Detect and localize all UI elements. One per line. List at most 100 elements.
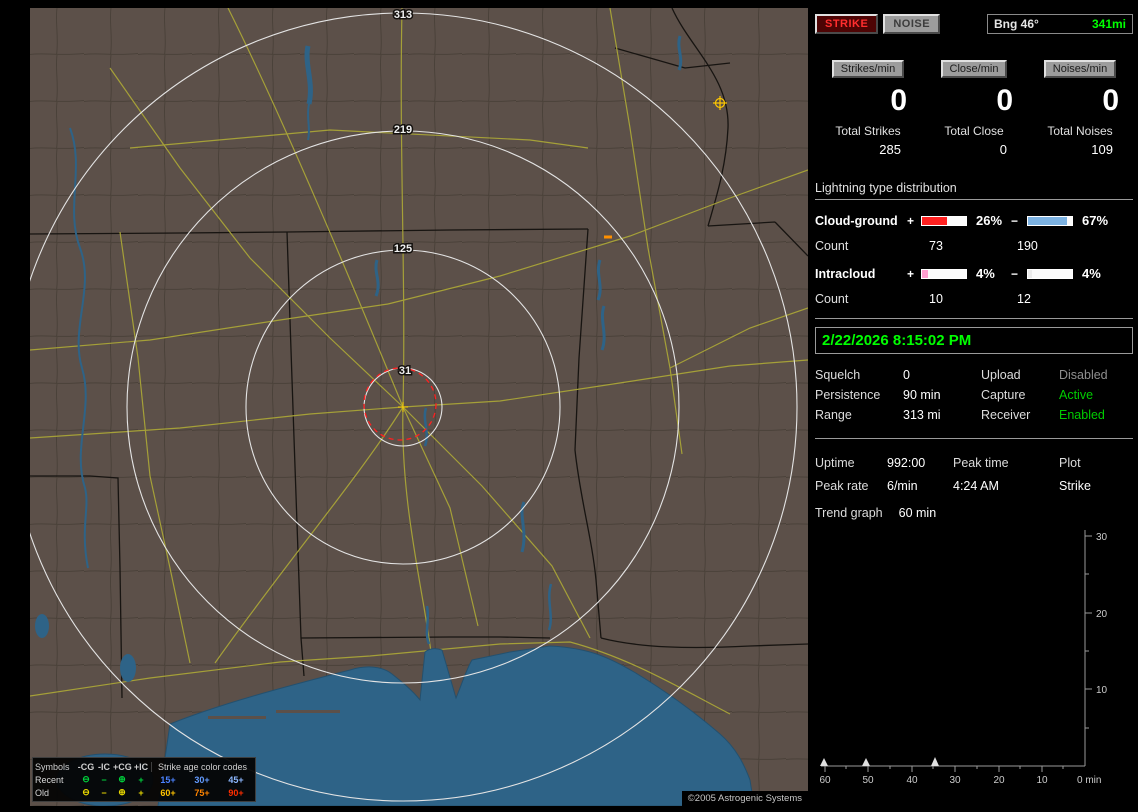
intracloud-label: Intracloud <box>815 266 876 281</box>
legend-col-header: -IC <box>98 761 110 772</box>
lake <box>35 614 49 638</box>
y-tick-label: 20 <box>1096 609 1108 620</box>
legend-age-header: Strike age color codes <box>151 761 253 772</box>
receiver-label: Receiver <box>981 408 1031 422</box>
settings-row: Squelch 0 Upload Disabled <box>815 365 1133 385</box>
cloud-ground-counts: Count 73 190 <box>815 239 1133 253</box>
cloud-ground-label: Cloud-ground <box>815 213 898 228</box>
x-tick-label: 50 <box>862 775 874 786</box>
ring-label: 219 <box>394 124 412 136</box>
ic-minus-count: 12 <box>1017 292 1031 306</box>
peak-rate-value: 6/min <box>887 478 918 493</box>
settings-row: Range 313 mi Receiver Enabled <box>815 405 1133 425</box>
trend-graph-row: Trend graph 60 min <box>815 506 1133 520</box>
noises-per-min-value: 0 <box>1102 84 1119 117</box>
capture-status: Active <box>1059 388 1094 402</box>
age-code: 75+ <box>194 787 210 798</box>
total-noises-value: 109 <box>1091 142 1113 157</box>
legend-symbols-header: Symbols <box>35 761 70 772</box>
status-section: Uptime 992:00 Peak time Plot Peak rate 6… <box>815 439 1133 521</box>
minus-sign: − <box>1011 266 1019 281</box>
app-window: 313 219 125 31 Symbols -CG -IC +CG +IC S… <box>0 0 1138 812</box>
minus-cg-icon: ⊖ <box>82 787 90 797</box>
plot-value: Strike <box>1059 478 1091 493</box>
total-strikes-label: Total Strikes <box>835 124 901 138</box>
noises-counter: Noises/min 0 Total Noises 109 <box>1027 60 1133 157</box>
legend-recent-label: Recent <box>35 774 64 785</box>
barrier-island <box>276 710 340 713</box>
trend-window-value: 60 min <box>898 506 937 520</box>
close-per-min-button[interactable]: Close/min <box>940 60 1008 78</box>
x-tick-label: 60 <box>819 775 831 786</box>
age-code: 30+ <box>194 774 210 785</box>
total-close-value: 0 <box>999 142 1007 157</box>
uptime-label: Uptime <box>815 455 855 470</box>
intracloud-counts: Count 10 12 <box>815 292 1133 306</box>
cg-plus-fill <box>922 216 948 225</box>
plus-cg-icon: ⊕ <box>118 787 126 797</box>
persistence-value: 90 min <box>903 388 941 402</box>
lake <box>120 654 136 682</box>
copyright-text: ©2005 Astrogenic Systems <box>681 791 808 806</box>
ring-label: 313 <box>394 9 412 21</box>
squelch-value: 0 <box>903 368 910 382</box>
minus-cg-icon: ⊖ <box>82 774 90 784</box>
cg-plus-count: 73 <box>929 239 943 253</box>
county-borders <box>30 8 808 806</box>
cloud-ground-row: Cloud-ground + 26% − 67% <box>815 213 1133 228</box>
legend-col-header: +IC <box>133 761 149 772</box>
trend-spikes <box>820 757 939 766</box>
ic-minus-fill <box>1028 269 1033 278</box>
x-tick-label: 30 <box>949 775 961 786</box>
distribution-title: Lightning type distribution <box>815 181 1133 200</box>
x-tick-label: 20 <box>993 775 1005 786</box>
strike-button[interactable]: STRIKE <box>815 14 879 34</box>
ic-plus-pct: 4% <box>976 266 995 281</box>
peak-time-value: 4:24 AM <box>953 478 999 493</box>
x-tick-label: 10 <box>1036 775 1048 786</box>
strikes-per-min-value: 0 <box>890 84 907 117</box>
trend-tick-labels: 30 20 10 60 50 40 30 20 10 0 min <box>819 532 1107 786</box>
clock-display: 2/22/2026 8:15:02 PM <box>815 327 1133 354</box>
count-label: Count <box>815 292 849 306</box>
minus-ic-icon: − <box>101 774 107 785</box>
trend-graph-label: Trend graph <box>815 506 883 520</box>
cg-minus-pct: 67% <box>1082 213 1109 228</box>
trend-axes <box>821 530 1092 772</box>
plus-sign: + <box>907 213 915 228</box>
bearing-label: Bng 46° <box>994 17 1039 31</box>
ic-minus-pct: 4% <box>1082 266 1101 281</box>
status-row: Peak rate 6/min 4:24 AM Strike <box>815 474 1133 497</box>
close-per-min-value: 0 <box>996 84 1013 117</box>
intracloud-row: Intracloud + 4% − 4% <box>815 266 1133 281</box>
noise-button[interactable]: NOISE <box>883 14 941 34</box>
strikes-per-min-button[interactable]: Strikes/min <box>831 60 905 78</box>
plot-label: Plot <box>1059 455 1081 470</box>
barrier-island <box>208 716 266 719</box>
plus-ic-icon: + <box>138 774 144 785</box>
peak-rate-label: Peak rate <box>815 478 869 493</box>
map-view[interactable]: 313 219 125 31 Symbols -CG -IC +CG +IC S… <box>30 8 808 806</box>
close-counter: Close/min 0 Total Close 0 <box>921 60 1027 157</box>
y-tick-label: 30 <box>1096 532 1108 543</box>
total-close-label: Total Close <box>944 124 1004 138</box>
ic-plus-fill <box>922 269 929 278</box>
rate-counters: Strikes/min 0 Total Strikes 285 Close/mi… <box>815 60 1133 157</box>
ic-plus-count: 10 <box>929 292 943 306</box>
age-code: 45+ <box>228 774 244 785</box>
total-strikes-value: 285 <box>879 142 901 157</box>
bearing-distance: 341mi <box>1091 17 1126 31</box>
lightning-distribution: Lightning type distribution Cloud-ground… <box>815 181 1133 319</box>
uptime-value: 992:00 <box>887 455 926 470</box>
plus-cg-icon: ⊕ <box>118 774 126 784</box>
noises-per-min-button[interactable]: Noises/min <box>1043 60 1117 78</box>
upload-status: Disabled <box>1059 368 1108 382</box>
minus-sign: − <box>1011 213 1019 228</box>
minus-ic-icon: − <box>101 787 107 798</box>
map-legend: Symbols -CG -IC +CG +IC Strike age color… <box>32 757 256 802</box>
persistence-label: Persistence <box>815 388 881 402</box>
legend-col-header: -CG <box>77 761 95 772</box>
ic-minus-bar <box>1027 268 1073 279</box>
squelch-label: Squelch <box>815 368 861 382</box>
ring-label: 125 <box>394 243 412 255</box>
